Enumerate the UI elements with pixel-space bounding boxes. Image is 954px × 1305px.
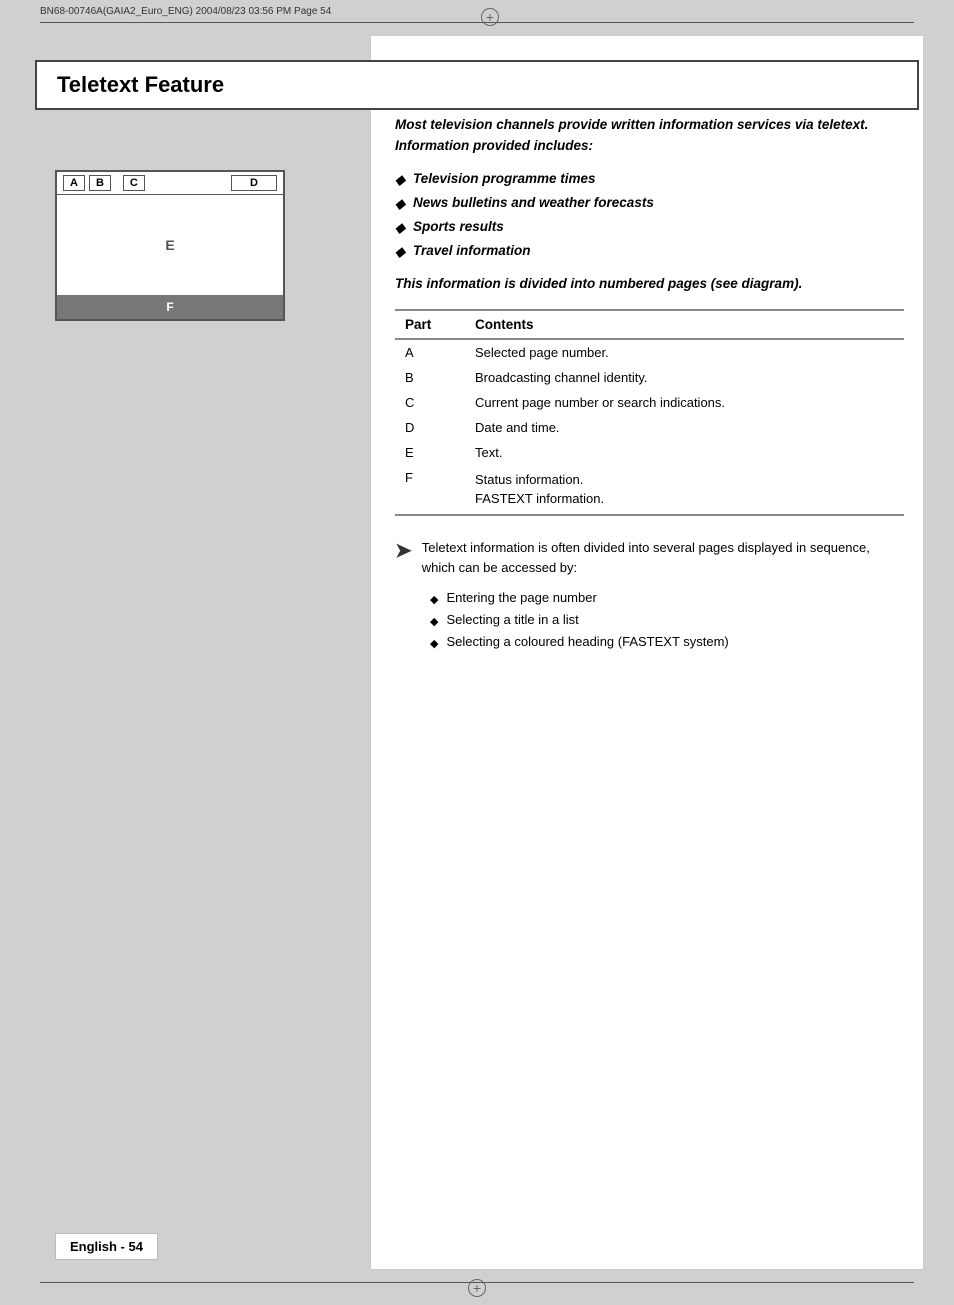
note-list-item: ◆ Entering the page number [430, 590, 904, 606]
parts-table: Part Contents A Selected page number. B … [395, 309, 904, 516]
title-bar: Teletext Feature [35, 60, 919, 110]
list-item: ◆ News bulletins and weather forecasts [395, 195, 904, 212]
top-bar: BN68-00746A(GAIA2_Euro_ENG) 2004/08/23 0… [40, 6, 914, 17]
diamond-icon-4: ◆ [395, 244, 405, 260]
diagram-part-a: A [63, 175, 85, 191]
page-number: English - 54 [70, 1239, 143, 1254]
col-header-part: Part [395, 310, 465, 339]
cell-content: Broadcasting channel identity. [465, 365, 904, 390]
diagram-part-b: B [89, 175, 111, 191]
table-row: C Current page number or search indicati… [395, 390, 904, 415]
feature-list: ◆ Television programme times ◆ News bull… [395, 171, 904, 260]
diamond-note-icon-2: ◆ [430, 615, 438, 628]
cell-content: Selected page number. [465, 339, 904, 365]
cell-content: Status information.FASTEXT information. [465, 465, 904, 515]
cell-part: B [395, 365, 465, 390]
cell-content: Date and time. [465, 415, 904, 440]
cell-part: C [395, 390, 465, 415]
note-section: ➤ Teletext information is often divided … [395, 538, 904, 578]
diagram-part-e-area: E [57, 195, 283, 295]
cell-part: D [395, 415, 465, 440]
note-list-item: ◆ Selecting a coloured heading (FASTEXT … [430, 634, 904, 650]
right-content: Most television channels provide written… [395, 115, 904, 656]
table-row: E Text. [395, 440, 904, 465]
page-footer: English - 54 [55, 1233, 158, 1260]
list-item: ◆ Travel information [395, 243, 904, 260]
diagram-part-f-area: F [57, 295, 283, 319]
reg-mark-top: + [481, 8, 499, 26]
top-line [40, 22, 914, 23]
cell-part: F [395, 465, 465, 515]
diagram-part-c: C [123, 175, 145, 191]
note-bullet-list: ◆ Entering the page number ◆ Selecting a… [430, 590, 904, 650]
col-header-contents: Contents [465, 310, 904, 339]
reg-mark-bottom: + [468, 1279, 486, 1297]
arrow-icon: ➤ [395, 538, 412, 564]
diamond-icon-1: ◆ [395, 172, 405, 188]
diagram-top-row: A B C D [57, 172, 283, 195]
diamond-note-icon-1: ◆ [430, 593, 438, 606]
note-list-item: ◆ Selecting a title in a list [430, 612, 904, 628]
note-text: Teletext information is often divided in… [422, 538, 904, 578]
diagram-note: This information is divided into numbere… [395, 276, 904, 291]
cell-part: A [395, 339, 465, 365]
page-title: Teletext Feature [57, 72, 897, 98]
diagram-e-label: E [165, 237, 174, 253]
file-info: BN68-00746A(GAIA2_Euro_ENG) 2004/08/23 0… [40, 6, 331, 17]
table-row: D Date and time. [395, 415, 904, 440]
cell-part: E [395, 440, 465, 465]
teletext-diagram: A B C D E F [55, 170, 285, 321]
diagram-f-label: F [166, 300, 173, 314]
table-row: B Broadcasting channel identity. [395, 365, 904, 390]
diamond-icon-2: ◆ [395, 196, 405, 212]
diamond-icon-3: ◆ [395, 220, 405, 236]
cell-content: Text. [465, 440, 904, 465]
intro-text: Most television channels provide written… [395, 115, 904, 157]
list-item: ◆ Television programme times [395, 171, 904, 188]
table-row: F Status information.FASTEXT information… [395, 465, 904, 515]
cell-content: Current page number or search indication… [465, 390, 904, 415]
diamond-note-icon-3: ◆ [430, 637, 438, 650]
table-row: A Selected page number. [395, 339, 904, 365]
diagram-part-d: D [231, 175, 277, 191]
list-item: ◆ Sports results [395, 219, 904, 236]
